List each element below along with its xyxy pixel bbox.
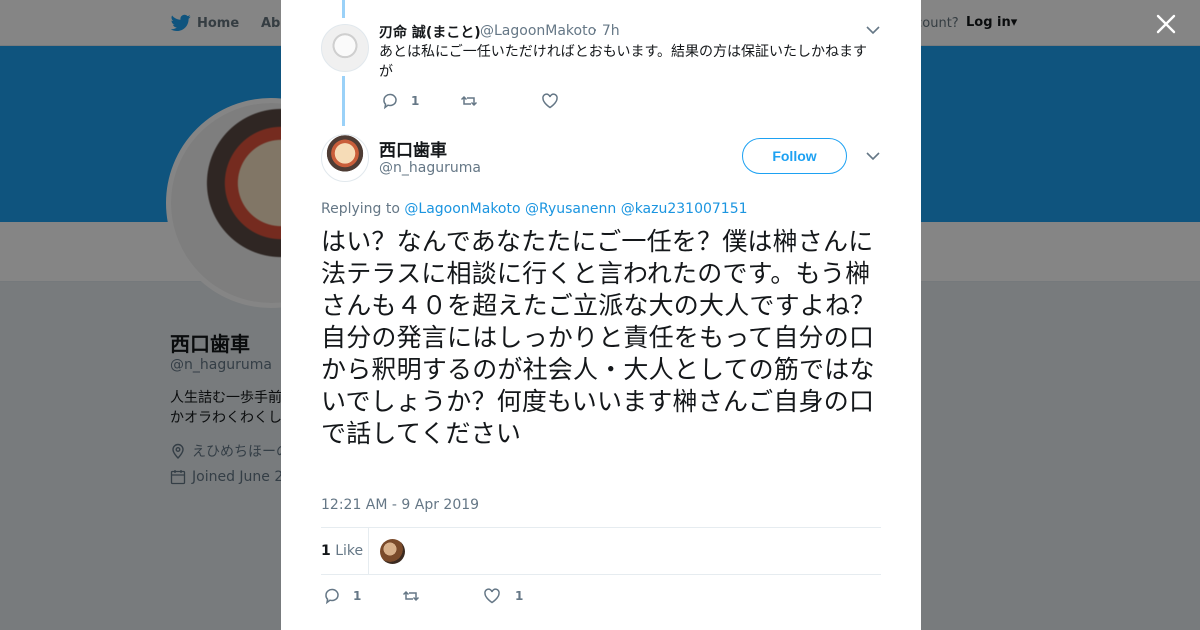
retweet-action-button[interactable]: [402, 587, 426, 605]
reply-author-name[interactable]: 刃命 誠(まこと): [379, 22, 481, 42]
reply-icon: [325, 588, 339, 605]
tweet-text: はい？なんであなたたにご一任を？僕は榊さんに法テラスに相談に行くと言われたのです…: [321, 227, 876, 448]
thread-connector: [342, 0, 345, 18]
likes-stat-label: Like: [335, 543, 364, 559]
reply-action-button[interactable]: 1: [323, 587, 361, 605]
reply-icon: [383, 93, 397, 110]
follow-button[interactable]: Follow: [742, 138, 847, 174]
chevron-down-icon[interactable]: [865, 24, 881, 36]
mention-link[interactable]: @LagoonMakoto: [404, 201, 520, 217]
reply-count: 1: [353, 589, 362, 603]
retweet-icon: [460, 95, 478, 107]
tweet-permalink-modal: 刃命 誠(まこと) @LagoonMakoto · 7h あとは私にご一任いただ…: [281, 0, 921, 630]
reply-tweet-text: あとは私にご一任いただければとおもいます。結果の方は保証いたしかねますが: [379, 44, 868, 80]
author-handle[interactable]: @n_haguruma: [379, 160, 481, 176]
mention-link[interactable]: @kazu231007151: [621, 201, 748, 217]
author-avatar[interactable]: [321, 134, 369, 182]
retweet-icon: [402, 590, 420, 602]
stats-divider: [368, 528, 369, 575]
replying-to-label: Replying to: [321, 201, 400, 217]
replying-to: Replying to @LagoonMakoto @Ryusanenn @ka…: [321, 201, 748, 217]
thread-connector: [342, 76, 345, 126]
tweet-timestamp[interactable]: 12:21 AM - 9 Apr 2019: [321, 497, 479, 513]
chevron-down-icon[interactable]: [865, 150, 881, 162]
reply-action-button[interactable]: 1: [381, 92, 419, 110]
tweet-stats: 1 Like: [321, 527, 881, 575]
close-icon[interactable]: [1152, 10, 1180, 38]
author-name[interactable]: 西口歯車: [379, 136, 447, 161]
reply-author-handle[interactable]: @LagoonMakoto: [480, 23, 596, 39]
like-action-button[interactable]: 1: [483, 587, 523, 605]
liker-avatar[interactable]: [380, 539, 405, 564]
reply-author-avatar[interactable]: [321, 24, 369, 72]
likes-stat[interactable]: 1 Like: [321, 543, 363, 559]
reply-timestamp[interactable]: · 7h: [593, 23, 620, 39]
like-count: 1: [515, 589, 524, 603]
reply-count: 1: [411, 94, 420, 108]
mention-link[interactable]: @Ryusanenn: [525, 201, 616, 217]
heart-icon: [542, 93, 558, 109]
heart-icon: [484, 588, 500, 604]
likes-stat-count: 1: [321, 543, 331, 559]
like-action-button[interactable]: [541, 92, 565, 110]
retweet-action-button[interactable]: [460, 92, 484, 110]
